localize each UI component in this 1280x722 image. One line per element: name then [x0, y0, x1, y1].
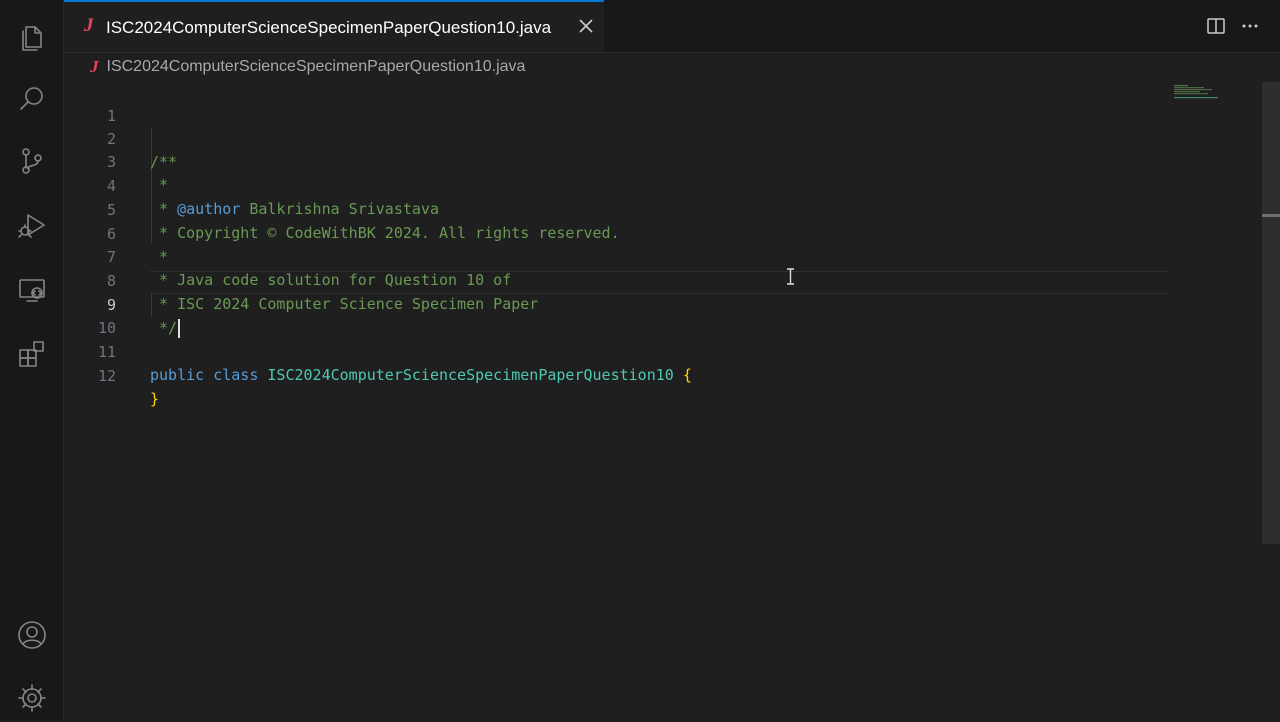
code-line: 4 * @author Balkrishna Srivastava [64, 152, 1174, 218]
breadcrumb[interactable]: J ISC2024ComputerScienceSpecimenPaperQue… [90, 55, 525, 79]
code-line: 1 [64, 82, 1174, 125]
code-line: 7 * Java code solution for Question 10 o… [64, 223, 1174, 289]
code-line: 10 [64, 294, 1174, 337]
code-line: 2 /** [64, 105, 1174, 171]
editor-tab-active[interactable]: J ISC2024ComputerScienceSpecimenPaperQue… [64, 0, 604, 52]
more-actions-icon[interactable] [1240, 0, 1260, 52]
code-line: 5 * Copyright © CodeWithBK 2024. All rig… [64, 176, 1174, 242]
split-editor-icon[interactable] [1206, 0, 1226, 52]
keyword: class [213, 366, 259, 384]
remote-explorer-icon[interactable] [0, 266, 63, 314]
class-name: ISC2024ComputerScienceSpecimenPaperQuest… [267, 366, 674, 384]
open-brace: { [682, 366, 692, 384]
close-brace: } [150, 390, 160, 408]
search-icon[interactable] [0, 75, 63, 123]
code-line: 6 * [64, 200, 1174, 266]
accounts-icon[interactable] [0, 611, 63, 659]
run-debug-icon[interactable] [0, 201, 63, 249]
code-line: 12 } [64, 342, 1174, 408]
close-icon[interactable] [577, 17, 595, 35]
minimap[interactable] [1172, 84, 1222, 102]
code-text: public class ISC2024ComputerScienceSpeci… [150, 364, 692, 387]
scrollbar-cursor-marker [1262, 214, 1280, 217]
mouse-ibeam-cursor-icon [786, 268, 795, 285]
code-line: 11 public class ISC2024ComputerScienceSp… [64, 318, 1174, 384]
breadcrumb-filename[interactable]: ISC2024ComputerScienceSpecimenPaperQuest… [107, 58, 526, 76]
line-number: 12 [97, 367, 116, 385]
tab-filename: ISC2024ComputerScienceSpecimenPaperQuest… [106, 18, 552, 37]
extensions-icon[interactable] [0, 330, 63, 378]
editor-tab-bar: J ISC2024ComputerScienceSpecimenPaperQue… [64, 0, 1280, 53]
keyword: public [150, 366, 205, 384]
explorer-icon[interactable] [0, 13, 63, 61]
java-file-icon: J [90, 57, 99, 76]
code-editor[interactable]: 1 2 /** 3 * 4 * @author Balkrishna Sriva… [64, 82, 1260, 720]
code-line-active: 9 */ [64, 271, 1174, 338]
code-line: 8 * ISC 2024 Computer Science Specimen P… [64, 247, 1174, 313]
activity-bar [0, 0, 64, 720]
settings-gear-icon[interactable] [0, 674, 63, 722]
code-line: 3 * [64, 128, 1174, 194]
source-control-icon[interactable] [0, 137, 63, 185]
vertical-scrollbar[interactable] [1262, 82, 1280, 544]
java-file-icon: J [84, 15, 94, 36]
